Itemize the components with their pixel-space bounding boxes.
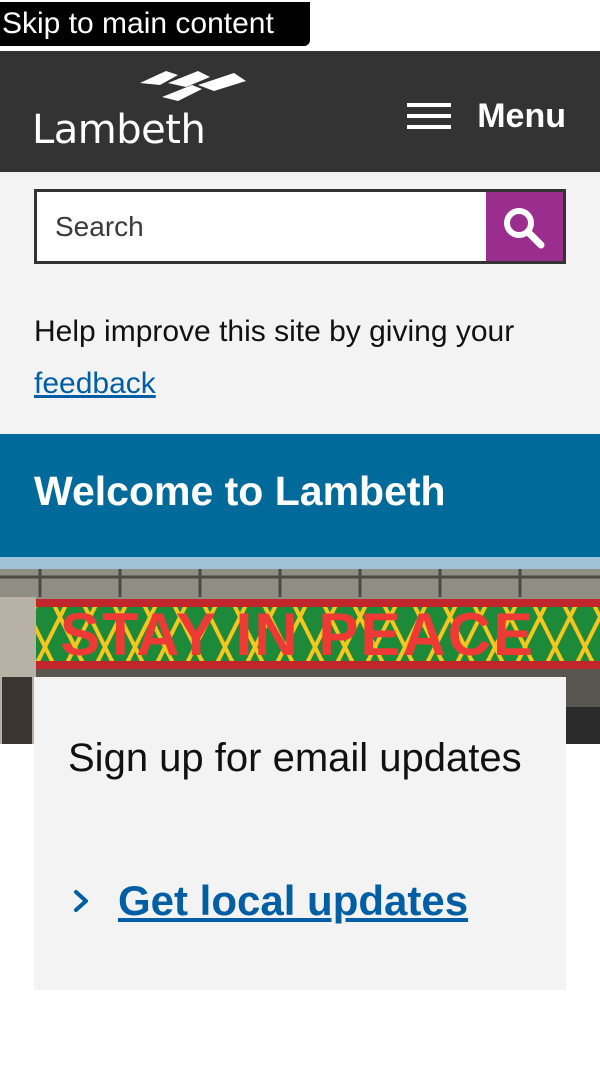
welcome-banner: Welcome to Lambeth	[0, 434, 600, 557]
skip-to-main-content-link[interactable]: Skip to main content	[0, 2, 310, 46]
email-updates-card: Sign up for email updates Get local upda…	[34, 677, 566, 990]
feedback-prompt: Help improve this site by giving your fe…	[34, 306, 574, 410]
hero-sign-text: STAY IN PEACE	[60, 601, 535, 668]
search-input[interactable]	[37, 192, 489, 261]
menu-button[interactable]: Menu	[407, 91, 566, 141]
search-button[interactable]	[486, 192, 563, 261]
logo-wave-icon	[140, 71, 246, 101]
feedback-link[interactable]: feedback	[34, 367, 156, 400]
search-form	[34, 189, 566, 264]
page-title: Welcome to Lambeth	[34, 468, 446, 514]
hamburger-icon	[407, 101, 452, 131]
get-local-updates-row: Get local updates	[72, 877, 468, 925]
email-updates-heading: Sign up for email updates	[68, 736, 522, 780]
menu-label: Menu	[477, 96, 566, 135]
lambeth-logo[interactable]: Lambeth	[32, 65, 252, 165]
feedback-text: Help improve this site by giving your	[34, 315, 515, 348]
search-icon	[504, 208, 545, 249]
site-header: Lambeth Menu	[0, 51, 600, 172]
get-local-updates-link[interactable]: Get local updates	[118, 877, 468, 925]
search-feedback-band: Help improve this site by giving your fe…	[0, 172, 600, 434]
chevron-right-icon	[74, 890, 88, 912]
logo-text: Lambeth	[32, 107, 206, 153]
